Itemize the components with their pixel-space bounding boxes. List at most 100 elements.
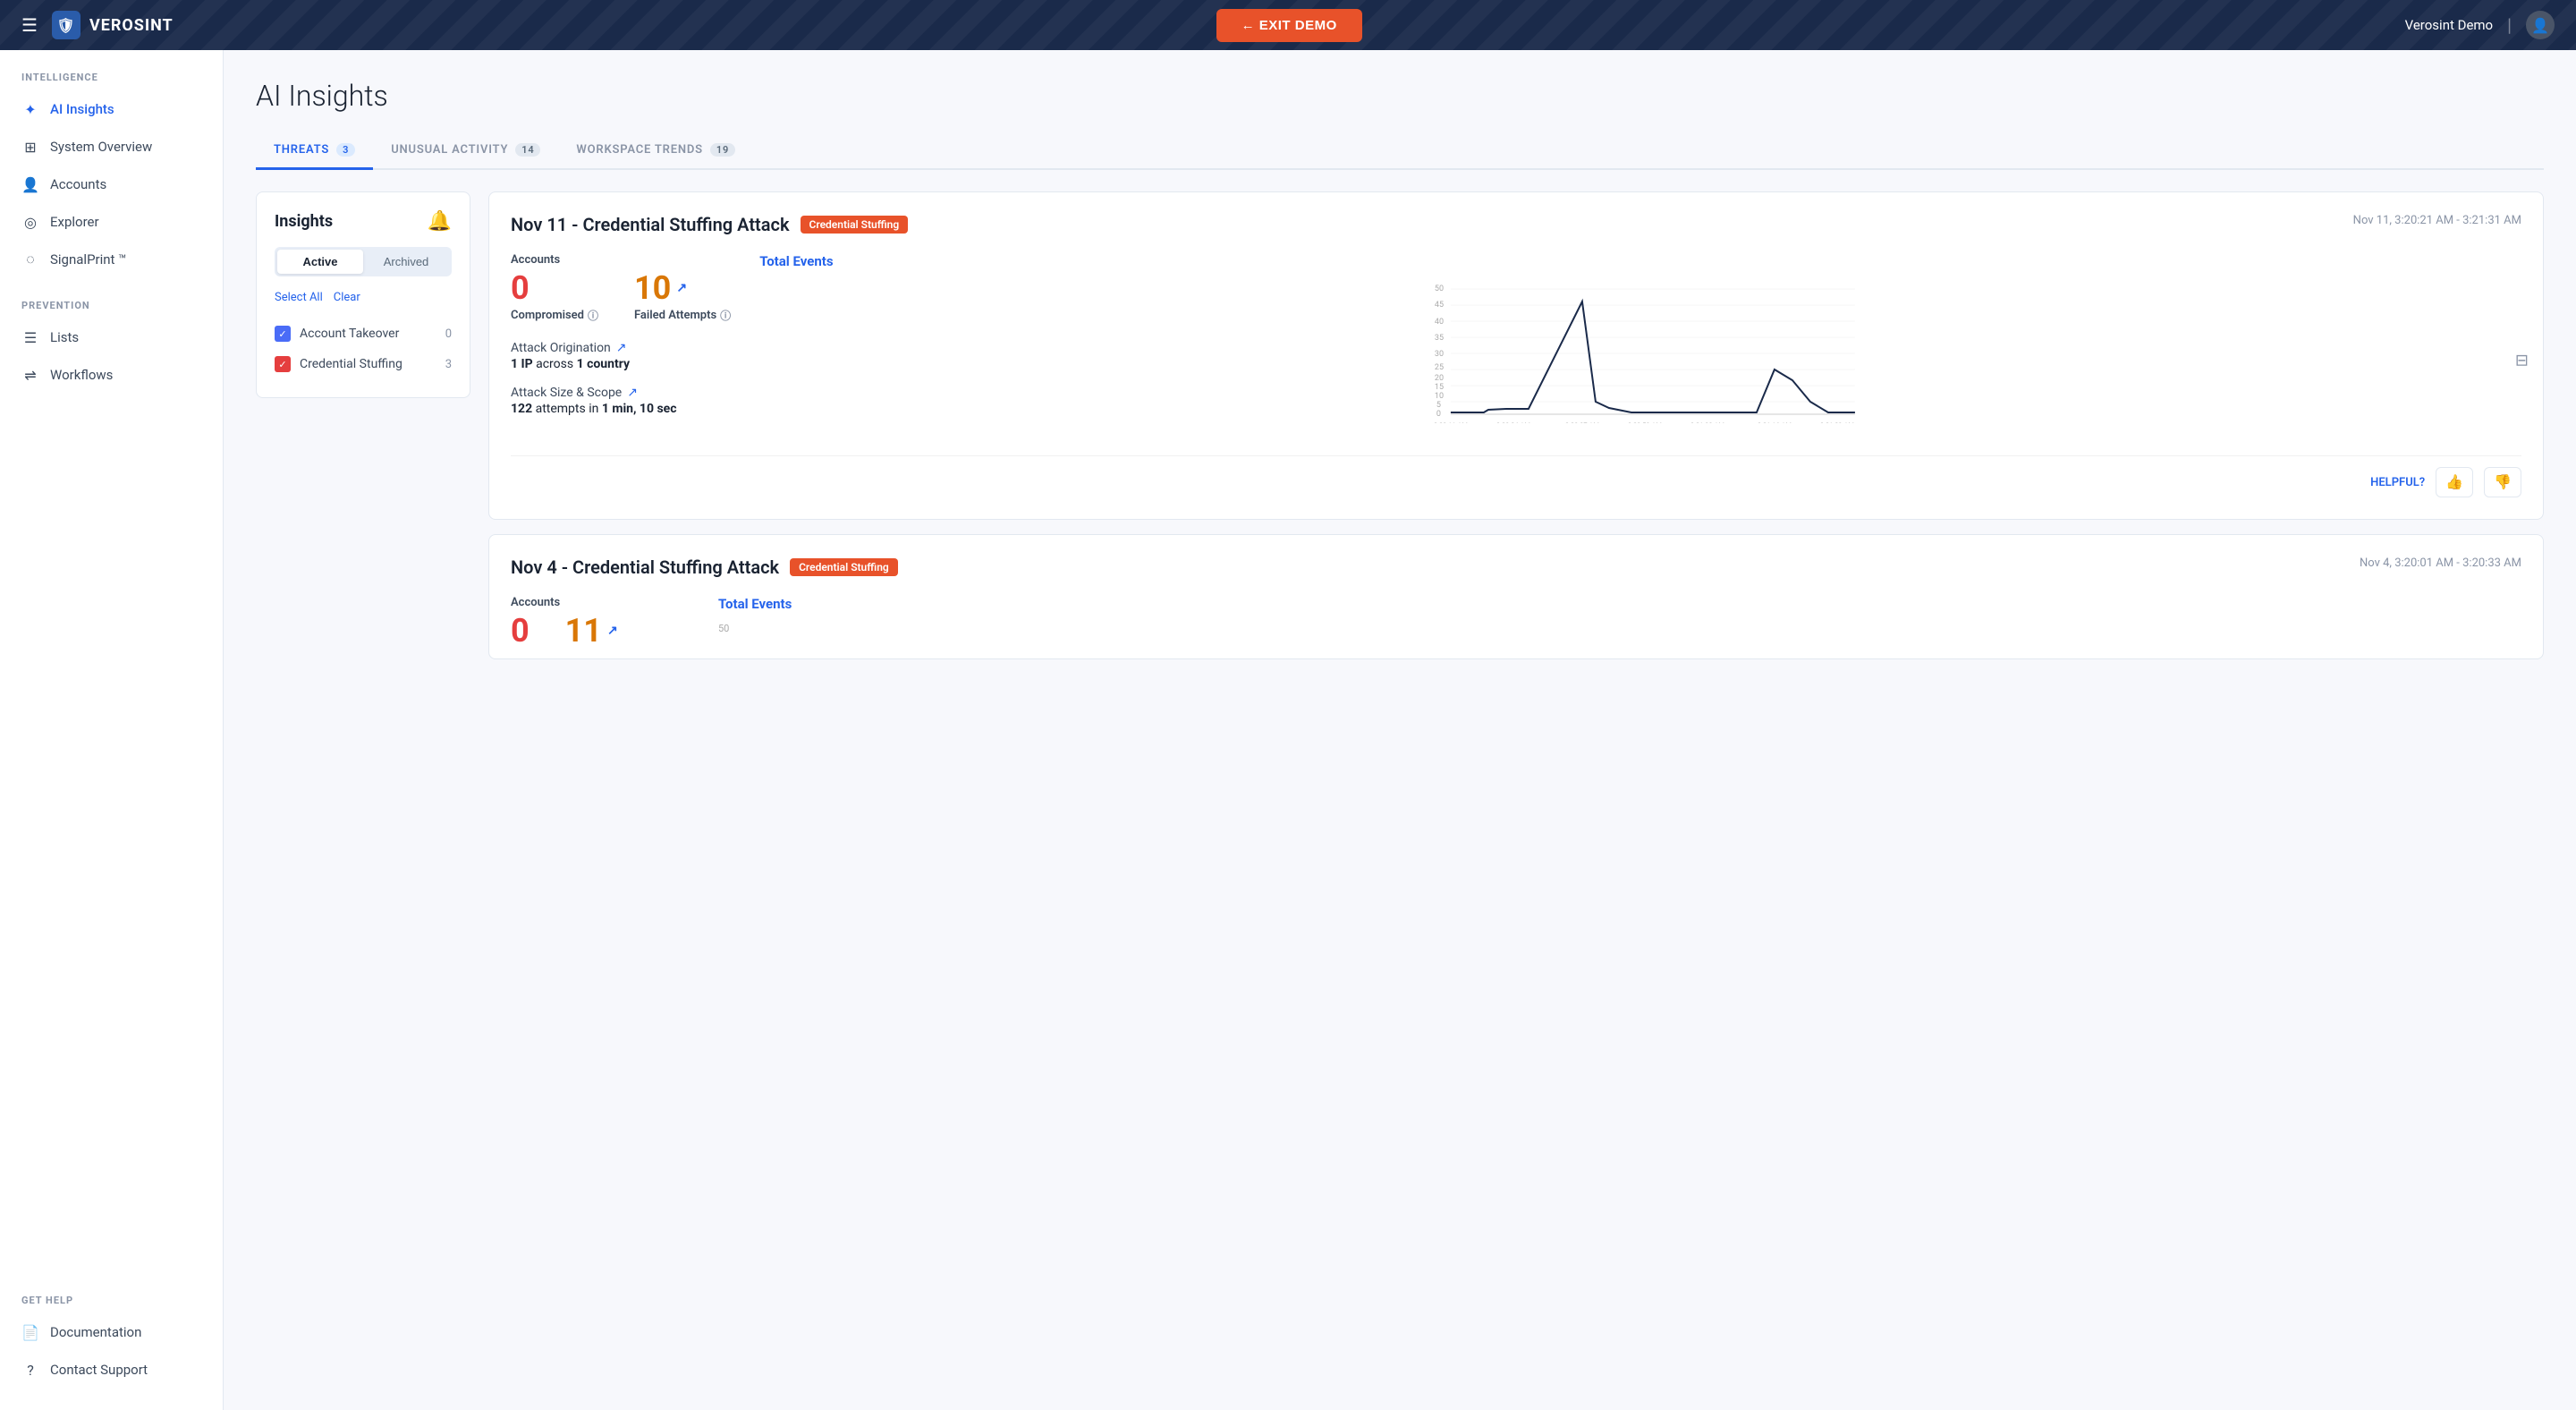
card-2-badge: Credential Stuffing	[790, 558, 898, 576]
checkbox-credential-stuffing-box[interactable]: ✓	[275, 356, 291, 372]
sidebar-label-signalprint: SignalPrint ™	[50, 251, 127, 268]
sidebar-item-explorer[interactable]: ◎ Explorer	[0, 203, 223, 241]
tab-threats-badge: 3	[336, 143, 355, 157]
sidebar-label-workflows: Workflows	[50, 367, 113, 383]
chart-1-container: 50 45 40 35 30 25 20 15 10 5	[759, 280, 2521, 441]
tab-workspace-trends[interactable]: WORKSPACE TRENDS 19	[558, 134, 753, 170]
chart-1-title: Total Events	[759, 253, 2521, 269]
tab-threats[interactable]: THREATS 3	[256, 134, 373, 170]
svg-text:20: 20	[1435, 374, 1444, 383]
svg-text:3:21:03 AM: 3:21:03 AM	[1690, 421, 1724, 423]
checkbox-account-takeover-label: Account Takeover	[300, 327, 436, 341]
sidebar-item-lists[interactable]: ☰ Lists	[0, 319, 223, 356]
card-1-chart: Total Events 50 45 40 35 30 25	[759, 253, 2521, 441]
compromised-stat: 0 Compromised ⓘ	[511, 272, 598, 323]
sidebar-label-system-overview: System Overview	[50, 139, 152, 155]
tab-unusual-label: UNUSUAL ACTIVITY	[391, 143, 508, 157]
tab-threats-label: THREATS	[274, 143, 329, 157]
thumbs-down-button[interactable]: 👎	[2484, 467, 2521, 497]
main-content: AI Insights THREATS 3 UNUSUAL ACTIVITY 1…	[224, 50, 2576, 1410]
failed-value: 10 ↗	[634, 272, 731, 304]
checkbox-account-takeover-box[interactable]: ✓	[275, 326, 291, 342]
compromised-value-2: 0	[511, 615, 530, 647]
chart-2-title: Total Events	[718, 596, 2521, 612]
svg-text:25: 25	[1435, 363, 1444, 372]
svg-text:3:20:37 AM: 3:20:37 AM	[1565, 421, 1599, 423]
svg-text:10: 10	[1435, 392, 1444, 401]
attack-orig-external-icon[interactable]: ↗	[616, 341, 627, 355]
attack-origination-row: Attack Origination ↗ 1 IP across 1 count…	[511, 341, 731, 371]
tab-unusual-badge: 14	[515, 143, 540, 157]
svg-text:3:20:50 AM: 3:20:50 AM	[1628, 421, 1662, 423]
accounts-label: Accounts	[511, 253, 731, 267]
attack-size-label: Attack Size & Scope ↗	[511, 386, 731, 400]
attack-size-external-icon[interactable]: ↗	[627, 386, 638, 400]
svg-text:3:20:24 AM: 3:20:24 AM	[1496, 421, 1530, 423]
sidebar-label-accounts: Accounts	[50, 176, 106, 192]
insight-card-1: Nov 11 - Credential Stuffing Attack Cred…	[488, 191, 2544, 520]
checkbox-credential-stuffing-label: Credential Stuffing	[300, 357, 436, 371]
divider: |	[2507, 14, 2512, 36]
workflows-icon: ⇌	[21, 366, 39, 384]
chart-scrollbar-icon: ⊟	[2515, 352, 2529, 370]
top-navigation: ☰ 🛡 VEROSINT ← EXIT DEMO Verosint Demo |…	[0, 0, 2576, 50]
compromised-info-icon[interactable]: ⓘ	[588, 308, 598, 323]
page-title: AI Insights	[256, 79, 2544, 113]
sidebar-item-accounts[interactable]: 👤 Accounts	[0, 166, 223, 203]
sidebar-item-documentation[interactable]: 📄 Documentation	[0, 1313, 223, 1351]
tab-workspace-label: WORKSPACE TRENDS	[576, 143, 702, 157]
cards-area: Nov 11 - Credential Stuffing Attack Cred…	[488, 191, 2544, 659]
insights-panel: Insights 🔔 Active Archived Select All Cl…	[256, 191, 470, 398]
exit-demo-button[interactable]: ← EXIT DEMO	[1216, 9, 1362, 42]
checkbox-account-takeover[interactable]: ✓ Account Takeover 0	[275, 319, 452, 349]
app-layout: INTELLIGENCE ✦ AI Insights ⊞ System Over…	[0, 50, 2576, 1410]
card-2-stats: Accounts 0 11 ↗	[511, 596, 690, 659]
thumbs-up-button[interactable]: 👍	[2436, 467, 2473, 497]
clear-link[interactable]: Clear	[334, 291, 360, 304]
select-all-link[interactable]: Select All	[275, 291, 323, 304]
card-1-stats: Accounts 0 Compromised ⓘ	[511, 253, 731, 441]
svg-text:3:21:16 AM: 3:21:16 AM	[1758, 421, 1792, 423]
shield-icon: 🛡	[52, 11, 80, 39]
accounts-label-2: Accounts	[511, 596, 690, 609]
sidebar-label-documentation: Documentation	[50, 1324, 141, 1340]
insights-panel-header: Insights 🔔	[275, 210, 452, 233]
checkbox-credential-stuffing[interactable]: ✓ Credential Stuffing 3	[275, 349, 452, 379]
toggle-active-btn[interactable]: Active	[277, 250, 363, 274]
failed-value-2: 11 ↗	[565, 615, 618, 647]
hamburger-icon[interactable]: ☰	[21, 14, 38, 36]
sidebar-label-contact-support: Contact Support	[50, 1362, 148, 1378]
topnav-left: ☰ 🛡 VEROSINT	[21, 11, 174, 39]
card-1-header: Nov 11 - Credential Stuffing Attack Cred…	[511, 214, 2521, 235]
insights-panel-title: Insights	[275, 212, 333, 231]
svg-text:50: 50	[1435, 285, 1444, 293]
sidebar-section-prevention: PREVENTION	[0, 278, 223, 319]
sidebar-item-workflows[interactable]: ⇌ Workflows	[0, 356, 223, 394]
sidebar-item-signalprint[interactable]: ◌ SignalPrint ™	[0, 241, 223, 278]
sidebar-item-contact-support[interactable]: ? Contact Support	[0, 1351, 223, 1389]
bell-icon[interactable]: 🔔	[428, 210, 452, 233]
toggle-archived-btn[interactable]: Archived	[363, 250, 449, 274]
card-2-header: Nov 4 - Credential Stuffing Attack Crede…	[511, 556, 2521, 578]
compromised-stat-2: 0	[511, 615, 530, 647]
compromised-label: Compromised ⓘ	[511, 308, 598, 323]
attack-size-row: Attack Size & Scope ↗ 122 attempts in 1 …	[511, 386, 731, 416]
failed-external-icon-2[interactable]: ↗	[607, 624, 618, 637]
failed-info-icon[interactable]: ⓘ	[720, 308, 731, 323]
sidebar-item-ai-insights[interactable]: ✦ AI Insights	[0, 90, 223, 128]
failed-stat-2: 11 ↗	[565, 615, 618, 647]
insights-links: Select All Clear	[275, 291, 452, 304]
tab-unusual-activity[interactable]: UNUSUAL ACTIVITY 14	[373, 134, 558, 170]
helpful-label: HELPFUL?	[2370, 476, 2425, 489]
sidebar-item-system-overview[interactable]: ⊞ System Overview	[0, 128, 223, 166]
card-1-title-area: Nov 11 - Credential Stuffing Attack Cred…	[511, 214, 908, 235]
svg-text:15: 15	[1435, 383, 1444, 392]
svg-text:3:21:29 AM: 3:21:29 AM	[1820, 421, 1854, 423]
lists-icon: ☰	[21, 328, 39, 346]
svg-text:3:20:11 AM: 3:20:11 AM	[1434, 421, 1468, 423]
card-1-badge: Credential Stuffing	[801, 216, 909, 234]
failed-external-icon[interactable]: ↗	[676, 282, 687, 294]
tab-workspace-badge: 19	[710, 143, 735, 157]
signalprint-icon: ◌	[21, 251, 39, 268]
user-avatar[interactable]: 👤	[2526, 11, 2555, 39]
